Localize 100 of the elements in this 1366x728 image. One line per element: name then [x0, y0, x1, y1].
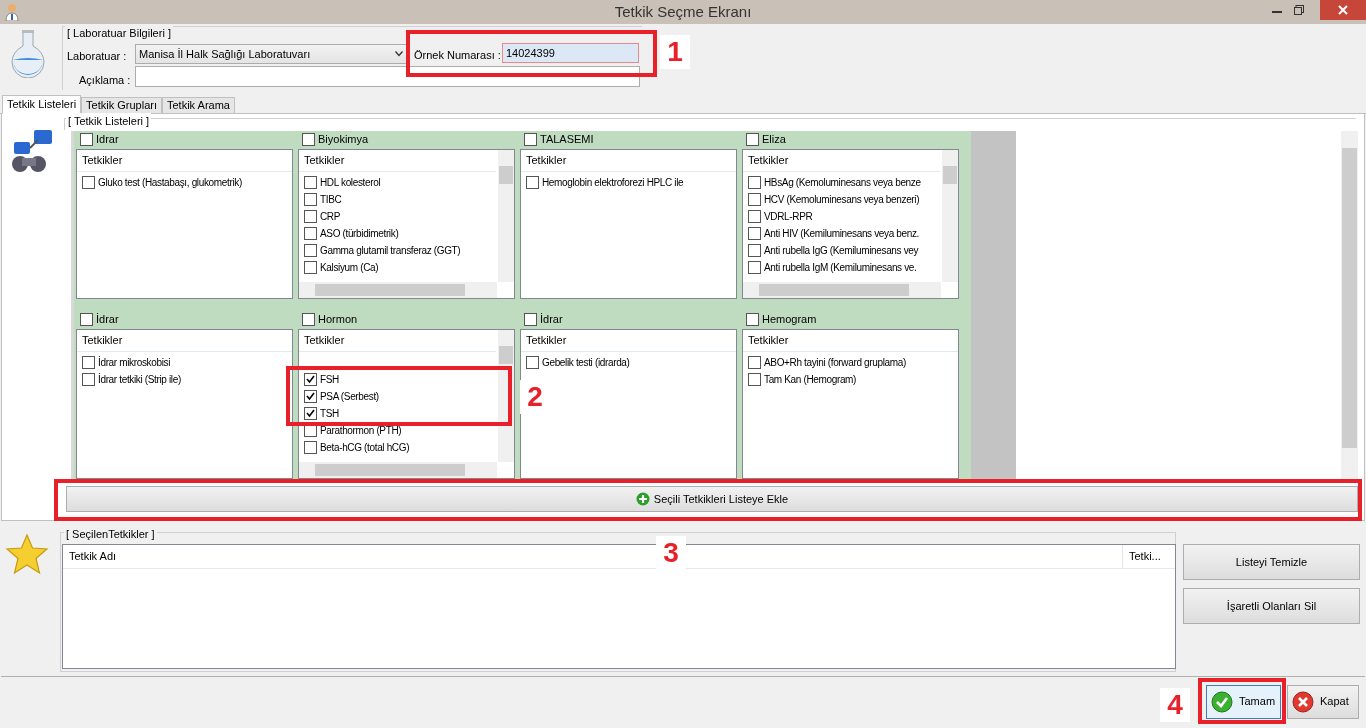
- test-label: Anti rubella IgM (Kemiluminesans ve.: [764, 261, 917, 275]
- panel-title: Biyokimya: [318, 132, 369, 148]
- test-label: Tam Kan (Hemogram): [764, 373, 857, 387]
- checkbox[interactable]: [304, 227, 317, 240]
- vertical-scrollbar[interactable]: [498, 150, 514, 282]
- checkbox[interactable]: [524, 133, 537, 146]
- window-title: Tetkik Seçme Ekranı: [614, 1, 752, 22]
- column-header: Tetkikler: [521, 330, 736, 352]
- test-label: Anti HIV (Kemiluminesans veya benz.: [764, 227, 920, 241]
- checkbox[interactable]: [526, 356, 539, 369]
- test-label: TIBC: [320, 193, 342, 207]
- panel-title: İdrar: [540, 312, 563, 328]
- panel-title: Eliza: [762, 132, 786, 148]
- callout-number: 3: [656, 536, 686, 570]
- star-icon: [5, 533, 49, 575]
- checkbox[interactable]: [82, 373, 95, 386]
- checkbox[interactable]: [748, 227, 761, 240]
- test-label: Anti rubella IgG (Kemiluminesans vey: [764, 244, 919, 258]
- test-label: TSH: [320, 407, 339, 421]
- callout-number: 1: [660, 35, 690, 69]
- sample-number-field[interactable]: 14024399: [502, 43, 639, 63]
- panel-title: Hormon: [318, 312, 358, 328]
- checkbox[interactable]: [748, 176, 761, 189]
- checkbox[interactable]: [748, 261, 761, 274]
- test-label: Hemoglobin elektroforezi HPLC ile: [542, 176, 684, 190]
- vertical-scrollbar[interactable]: [1341, 131, 1358, 481]
- tab[interactable]: Tetkik Grupları: [81, 97, 162, 114]
- checkbox[interactable]: [304, 244, 317, 257]
- column-header[interactable]: Tetki...: [1123, 545, 1175, 568]
- group-title: [ Tetkik Listeleri ]: [66, 113, 152, 130]
- dialog-button[interactable]: Kapat: [1287, 684, 1359, 719]
- column-header: Tetkikler: [743, 150, 940, 172]
- checkbox[interactable]: [82, 356, 95, 369]
- panel-title: İdrar: [96, 312, 119, 328]
- test-label: PSA (Serbest): [320, 390, 379, 404]
- tab[interactable]: Tetkik Listeleri: [2, 95, 82, 114]
- checkbox[interactable]: [748, 373, 761, 386]
- checkbox[interactable]: [748, 210, 761, 223]
- test-label: ABO+Rh tayini (forward gruplama): [764, 356, 906, 370]
- horizontal-scrollbar[interactable]: [299, 462, 497, 478]
- checkbox[interactable]: [748, 193, 761, 206]
- checkbox[interactable]: [746, 313, 759, 326]
- checkbox[interactable]: [82, 176, 95, 189]
- checkbox[interactable]: [304, 210, 317, 223]
- checkbox[interactable]: [524, 313, 537, 326]
- checkbox[interactable]: [304, 441, 317, 454]
- column-header: Tetkikler: [77, 330, 292, 352]
- panel-title: Idrar: [96, 132, 119, 148]
- horizontal-scrollbar[interactable]: [743, 282, 941, 298]
- checkbox[interactable]: [304, 261, 317, 274]
- panel-title: TALASEMI: [540, 132, 594, 148]
- field-label: Örnek Numarası :: [414, 48, 501, 63]
- column-header: Tetkikler: [299, 330, 496, 352]
- checkbox[interactable]: [302, 133, 315, 146]
- checkbox[interactable]: [80, 133, 93, 146]
- add-tests-button[interactable]: Seçili Tetkikleri Listeye Ekle: [66, 486, 1358, 512]
- maximize-icon[interactable]: [1294, 5, 1304, 15]
- test-label: Gluko test (Hastabaşı, glukometrik): [98, 176, 242, 190]
- checkbox[interactable]: [748, 244, 761, 257]
- tab[interactable]: Tetkik Arama: [162, 97, 235, 114]
- test-label: HCV (Kemoluminesans veya benzeri): [764, 193, 920, 207]
- vertical-scrollbar[interactable]: [942, 150, 958, 282]
- field-label: Açıklama :: [79, 73, 131, 88]
- plus-icon: [635, 492, 650, 506]
- test-label: HBsAg (Kemoluminesans veya benze: [764, 176, 921, 190]
- checkbox[interactable]: [304, 390, 317, 403]
- checkbox[interactable]: [302, 313, 315, 326]
- close-button[interactable]: [1320, 0, 1366, 20]
- checkbox[interactable]: [304, 373, 317, 386]
- checkbox[interactable]: [746, 133, 759, 146]
- test-label: CRP: [320, 210, 341, 224]
- column-header: Tetkikler: [743, 330, 958, 352]
- close-icon: [1338, 5, 1348, 15]
- test-label: Parathormon (PTH): [320, 424, 402, 438]
- caret-icon: [395, 51, 403, 57]
- checkmark-icon: [1211, 690, 1233, 713]
- test-label: Beta-hCG (total hCG): [320, 441, 410, 455]
- test-label: İdrar tetkiki (Strip ile): [98, 372, 181, 387]
- checkbox[interactable]: [304, 176, 317, 189]
- checkbox[interactable]: [304, 407, 317, 420]
- flask-icon: [10, 30, 46, 78]
- list-button[interactable]: Listeyi Temizle: [1183, 544, 1360, 580]
- test-label: ASO (türbidimetrik): [320, 227, 399, 241]
- test-label: FSH: [320, 373, 339, 387]
- column-header: Tetkikler: [77, 150, 292, 172]
- close-icon: [1292, 690, 1314, 713]
- checkbox[interactable]: [748, 356, 761, 369]
- callout-number: 4: [1160, 688, 1190, 722]
- horizontal-scrollbar[interactable]: [299, 282, 497, 298]
- test-label: HDL kolesterol: [320, 176, 381, 190]
- list-button[interactable]: İşaretli Olanları Sil: [1183, 588, 1360, 624]
- checkbox[interactable]: [526, 176, 539, 189]
- checkbox[interactable]: [80, 313, 93, 326]
- description-field[interactable]: [135, 66, 640, 87]
- test-label: İdrar mikroskobisi: [98, 355, 171, 370]
- column-header: Tetkikler: [299, 150, 496, 172]
- checkbox[interactable]: [304, 193, 317, 206]
- test-label: Kalsiyum (Ca): [320, 261, 379, 275]
- dialog-button[interactable]: Tamam: [1206, 684, 1281, 719]
- lab-dropdown[interactable]: Manisa İl Halk Sağlığı Laboratuvarı: [135, 44, 407, 64]
